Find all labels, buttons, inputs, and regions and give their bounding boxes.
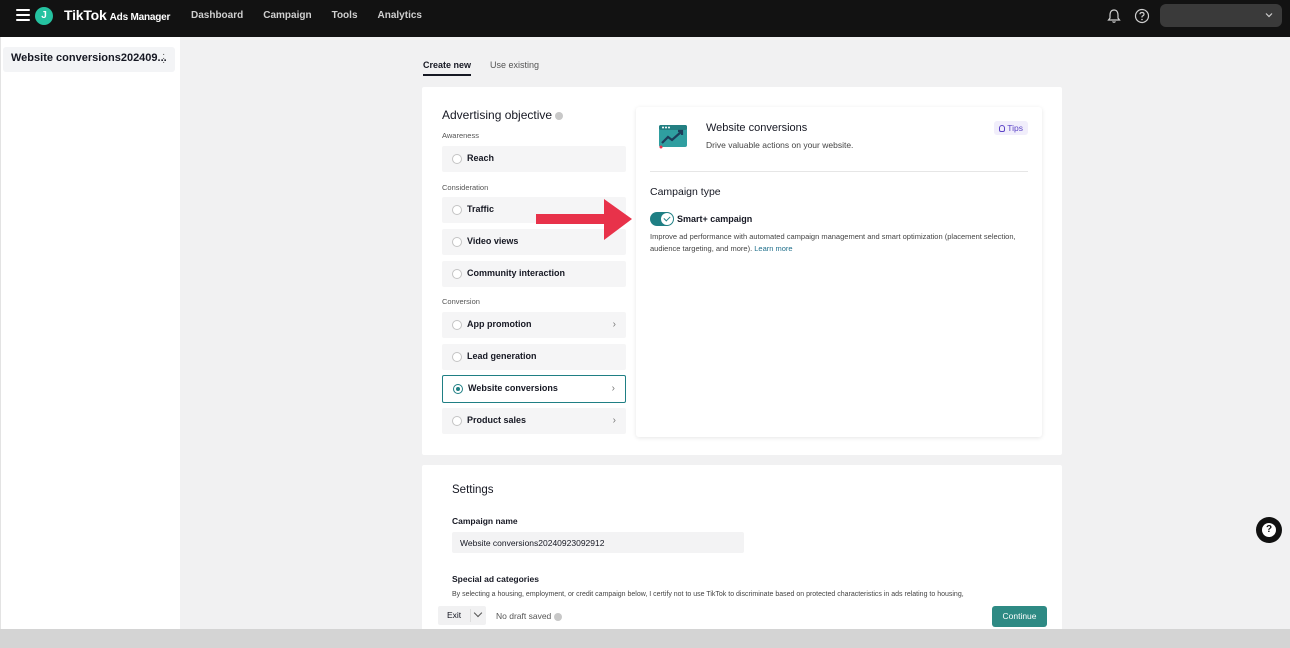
tips-label: Tips	[1007, 123, 1023, 133]
tab-create-new[interactable]: Create new	[423, 60, 472, 76]
website-conversions-icon	[659, 125, 687, 149]
option-label: Traffic	[467, 204, 495, 214]
campaign-sidebar: Website conversions202409... · · ·	[0, 37, 180, 629]
radio-icon	[452, 269, 462, 279]
main-nav: Dashboard Campaign Tools Analytics	[191, 10, 422, 21]
settings-title: Settings	[452, 484, 494, 496]
option-lead-generation[interactable]: Lead generation	[442, 344, 626, 370]
option-label: Product sales	[467, 415, 527, 425]
objective-card: Advertising objective Awareness Reach Co…	[422, 87, 1062, 455]
check-icon	[661, 213, 673, 225]
option-label: Lead generation	[467, 351, 537, 361]
group-awareness: Awareness	[442, 131, 479, 140]
chevron-right-icon: ›	[612, 319, 616, 330]
radio-icon	[452, 352, 462, 362]
top-nav-bar: J TikTok Ads Manager Dashboard Campaign T…	[0, 0, 1290, 37]
floating-help-button[interactable]: ?	[1256, 517, 1282, 543]
group-consideration: Consideration	[442, 183, 489, 192]
menu-icon[interactable]	[16, 9, 30, 21]
smart-plus-label: Smart+ campaign	[677, 214, 753, 224]
option-reach[interactable]: Reach	[442, 146, 626, 172]
sidebar-campaign-name: Website conversions202409...	[11, 52, 167, 64]
lightbulb-icon	[999, 125, 1006, 133]
nav-tools[interactable]: Tools	[332, 10, 358, 21]
brand-logo[interactable]: TikTok Ads Manager	[64, 7, 170, 23]
radio-icon	[452, 205, 462, 215]
sidebar-campaign-item[interactable]: Website conversions202409... · · ·	[3, 47, 175, 72]
radio-icon	[452, 416, 462, 426]
exit-button[interactable]: Exit	[438, 606, 486, 625]
more-options-icon[interactable]: · · ·	[162, 50, 165, 68]
special-ad-categories-label: Special ad categories	[452, 574, 539, 584]
radio-icon	[452, 237, 462, 247]
bottom-strip	[0, 629, 1290, 648]
learn-more-link[interactable]: Learn more	[754, 244, 792, 253]
campaign-name-input[interactable]	[452, 532, 744, 553]
option-label: App promotion	[467, 319, 532, 329]
red-arrow-annotation	[536, 199, 632, 240]
divider	[470, 609, 471, 622]
radio-icon	[453, 384, 463, 394]
create-tabs: Create new Use existing	[423, 60, 539, 76]
option-community-interaction[interactable]: Community interaction	[442, 261, 626, 287]
special-ad-categories-text: By selecting a housing, employment, or c…	[452, 591, 964, 598]
help-icon[interactable]	[1134, 8, 1150, 24]
nav-analytics[interactable]: Analytics	[378, 10, 422, 21]
detail-title: Website conversions	[706, 122, 808, 134]
brand-subtitle: Ads Manager	[109, 12, 171, 23]
objective-title: Advertising objective	[442, 108, 553, 122]
info-icon[interactable]	[554, 612, 563, 621]
tab-use-existing[interactable]: Use existing	[490, 60, 539, 76]
tips-button[interactable]: Tips	[994, 121, 1028, 135]
campaign-name-label: Campaign name	[452, 516, 518, 526]
chevron-right-icon: ›	[612, 415, 616, 426]
smart-plus-toggle[interactable]	[650, 212, 674, 226]
objective-heading: Advertising objective	[442, 108, 564, 122]
option-product-sales[interactable]: Product sales ›	[442, 408, 626, 434]
smart-desc-text: Improve ad performance with automated ca…	[650, 232, 1016, 253]
continue-button[interactable]: Continue	[992, 606, 1047, 627]
option-label: Reach	[467, 153, 495, 163]
radio-icon	[452, 320, 462, 330]
draft-status: No draft saved	[496, 611, 563, 621]
option-website-conversions[interactable]: Website conversions ›	[442, 375, 626, 403]
question-icon: ?	[1262, 523, 1276, 537]
option-label: Video views	[467, 236, 519, 246]
option-app-promotion[interactable]: App promotion ›	[442, 312, 626, 338]
objective-detail-panel: Website conversions Drive valuable actio…	[636, 107, 1042, 437]
detail-description: Drive valuable actions on your website.	[706, 140, 854, 150]
chevron-right-icon: ›	[611, 383, 615, 394]
nav-dashboard[interactable]: Dashboard	[191, 10, 243, 21]
nav-campaign[interactable]: Campaign	[263, 10, 311, 21]
chevron-down-icon	[1265, 13, 1273, 18]
account-dropdown[interactable]	[1160, 4, 1282, 27]
chevron-down-icon[interactable]	[473, 608, 483, 618]
smart-plus-description: Improve ad performance with automated ca…	[650, 231, 1035, 255]
radio-icon	[452, 154, 462, 164]
bell-icon[interactable]	[1106, 8, 1122, 24]
bottom-action-bar: Exit No draft saved Continue	[422, 601, 1062, 629]
group-conversion: Conversion	[442, 297, 480, 306]
option-label: Community interaction	[467, 268, 566, 278]
draft-status-text: No draft saved	[496, 611, 552, 621]
option-label: Website conversions	[468, 383, 558, 393]
avatar[interactable]: J	[35, 7, 53, 25]
info-icon[interactable]	[555, 111, 564, 120]
divider	[650, 171, 1028, 172]
campaign-type-title: Campaign type	[650, 186, 721, 198]
exit-label: Exit	[447, 610, 462, 620]
brand-name: TikTok	[64, 7, 107, 23]
